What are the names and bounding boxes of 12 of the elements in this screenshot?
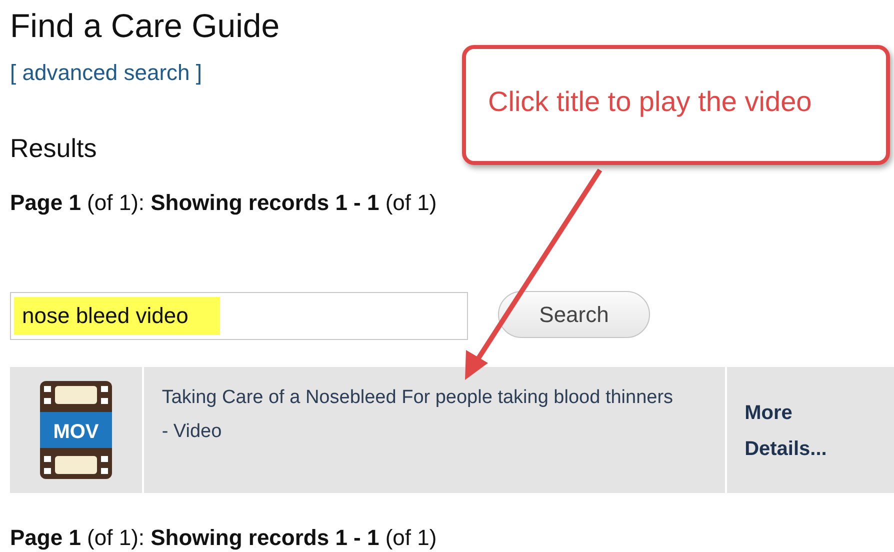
search-button[interactable]: Search (498, 290, 650, 338)
advanced-search-link[interactable]: [ advanced search ] (10, 56, 202, 89)
pagination-summary: Page 1 (of 1): Showing records 1 - 1 (of 1) (10, 524, 438, 552)
results-heading: Results (10, 132, 98, 164)
search-field[interactable]: nose bleed video (10, 292, 468, 340)
file-type-label: MOV (53, 420, 99, 443)
film-icon (40, 380, 112, 479)
more-details-link[interactable]: More Details... (744, 394, 876, 467)
page-title: Find a Care Guide (10, 6, 281, 46)
video-title-link[interactable]: Taking Care of a Nosebleed For people taking blood thinners - Video (162, 380, 677, 450)
callout-box: Click title to play the video (462, 45, 890, 165)
pagination-summary: Page 1 (of 1): Showing records 1 - 1 (of 1) (10, 188, 438, 217)
